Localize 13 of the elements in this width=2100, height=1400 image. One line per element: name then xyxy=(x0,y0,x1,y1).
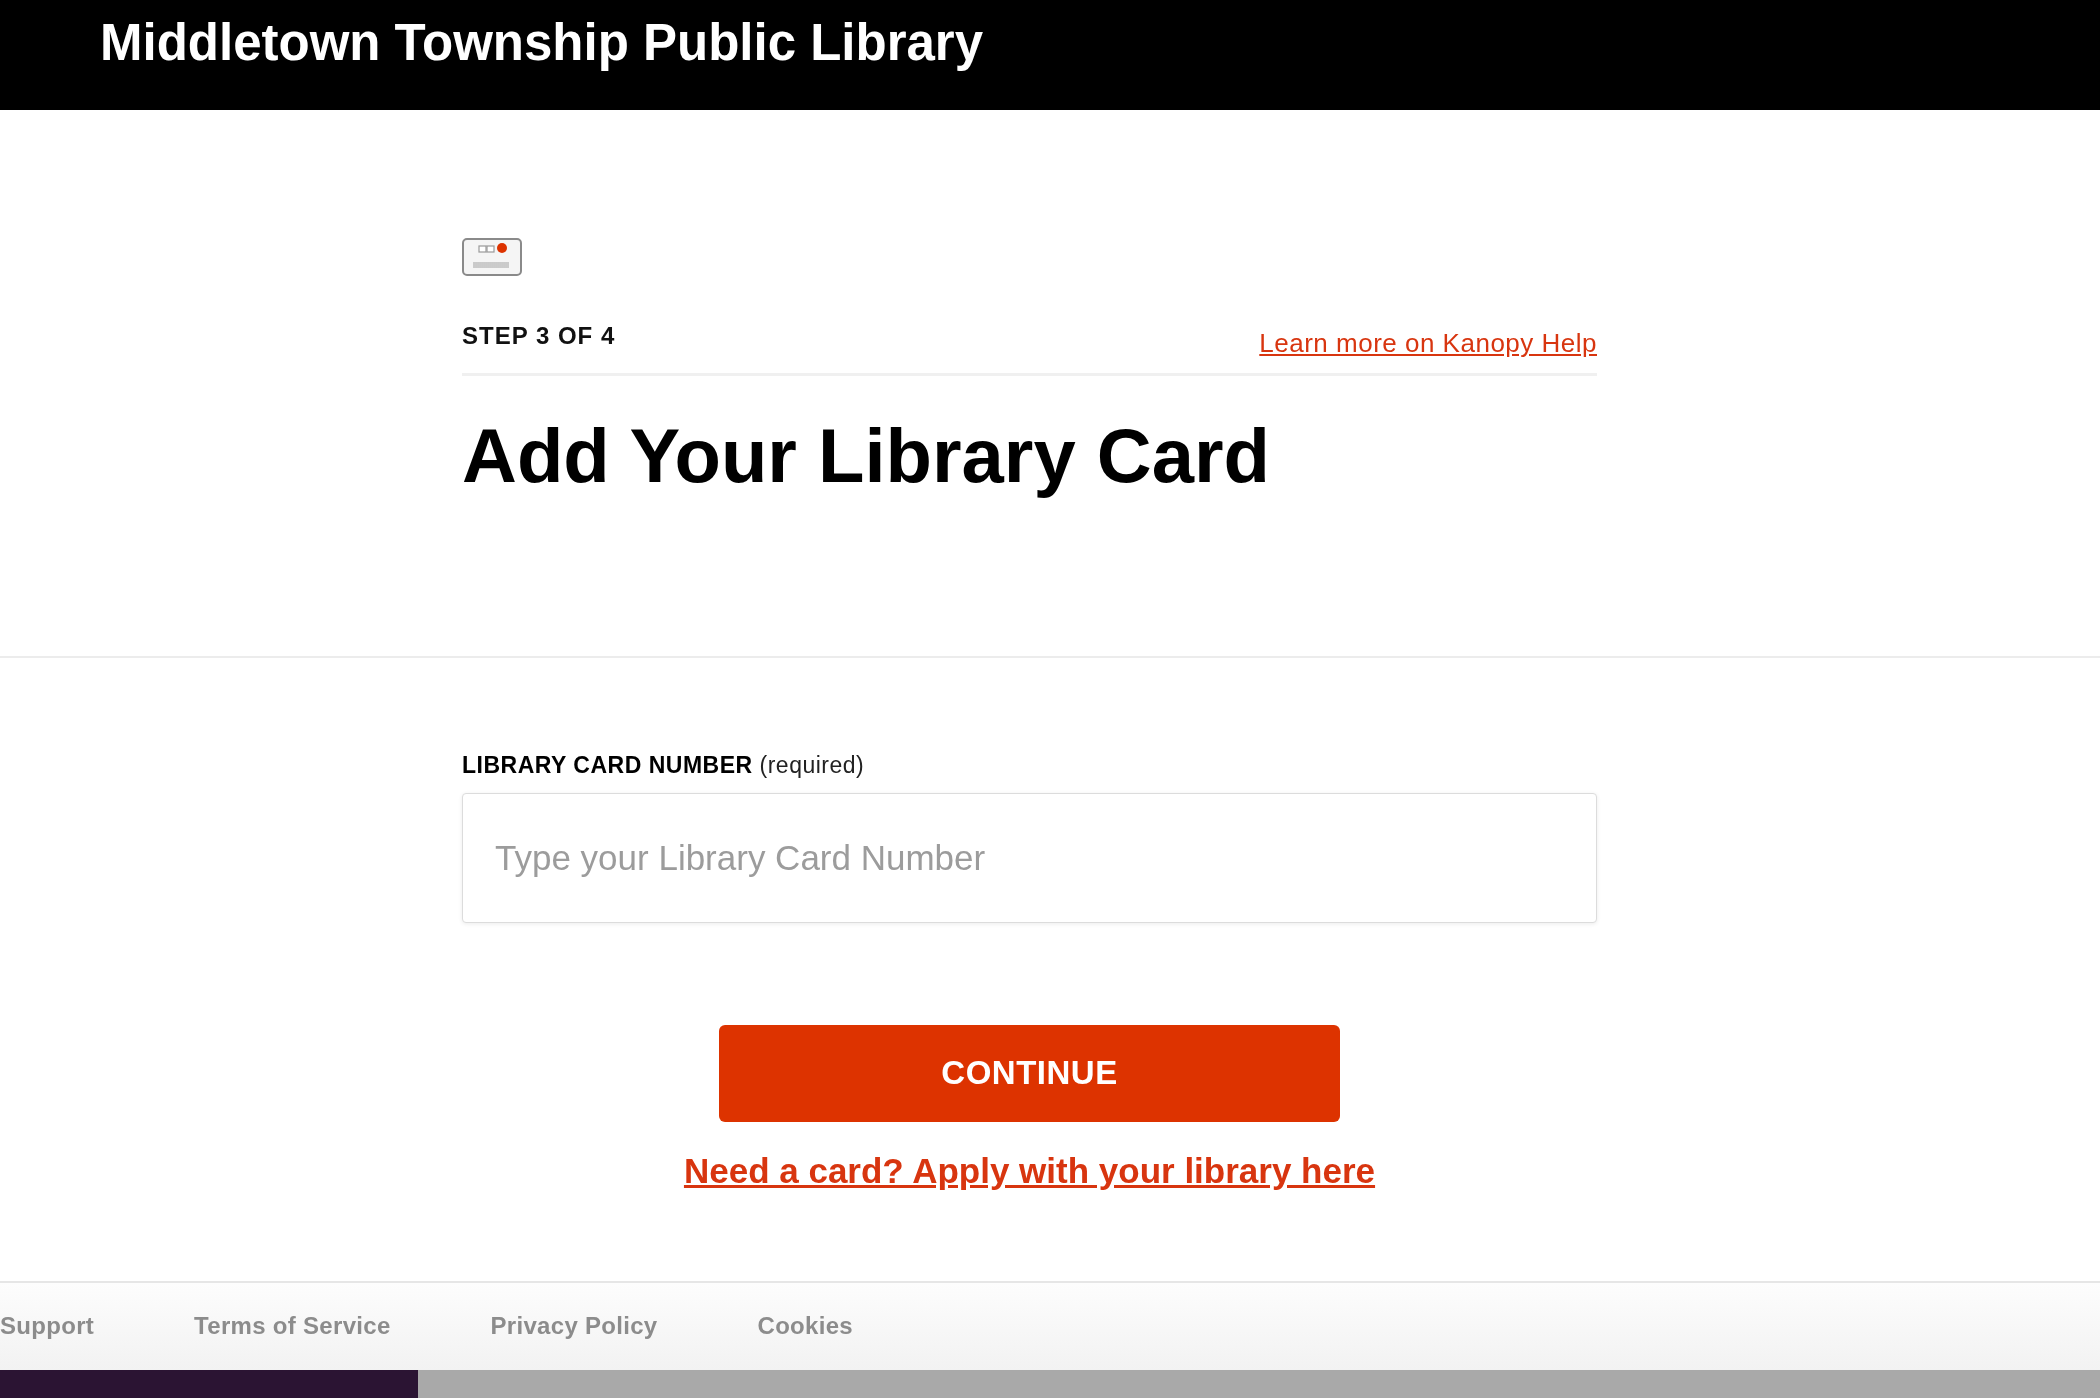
step-indicator: STEP 3 OF 4 xyxy=(462,322,616,351)
footer-link[interactable]: Support xyxy=(0,1312,95,1341)
footer-link[interactable]: Cookies xyxy=(757,1312,853,1341)
card-number-input[interactable]: Type your Library Card Number xyxy=(462,792,1597,923)
footer-link[interactable]: Privacy Policy xyxy=(490,1312,658,1341)
continue-button[interactable]: CONTINUE xyxy=(719,1024,1340,1122)
help-link[interactable]: Learn more on Kanopy Help xyxy=(1259,328,1597,360)
card-number-label: LIBRARY CARD NUMBER (required) xyxy=(462,752,865,780)
library-card-icon xyxy=(462,238,522,276)
site-title: Middletown Township Public Library xyxy=(100,13,984,73)
footer-link[interactable]: Terms of Service xyxy=(194,1312,391,1341)
page-heading: Add Your Library Card xyxy=(462,412,1270,501)
apply-link[interactable]: Need a card? Apply with your library here xyxy=(683,1149,1376,1192)
